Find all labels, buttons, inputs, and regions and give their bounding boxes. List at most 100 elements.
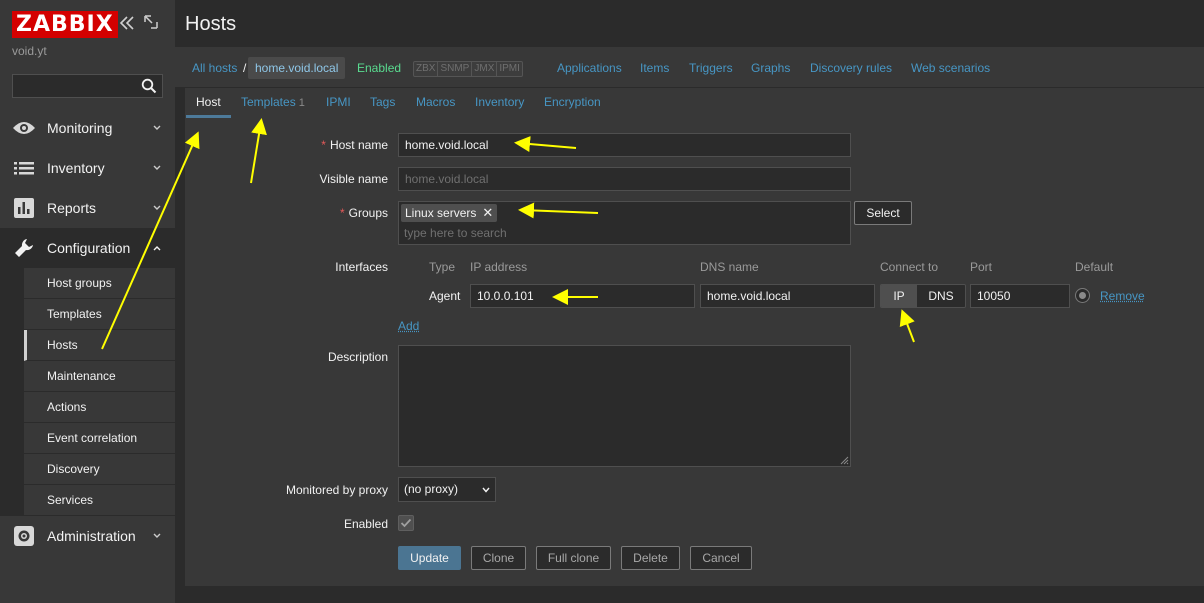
availability-jmx: JMX — [472, 62, 498, 76]
breadcrumb-current-host[interactable]: home.void.local — [248, 57, 346, 79]
submenu-discovery[interactable]: Discovery — [24, 454, 175, 485]
delete-button[interactable]: Delete — [621, 546, 680, 570]
connect-ip-option[interactable]: IP — [881, 285, 917, 307]
iface-port-input[interactable]: 10050 — [970, 284, 1070, 308]
proxy-select-value: (no proxy) — [404, 482, 459, 496]
visible-name-input[interactable]: home.void.local — [398, 167, 851, 191]
menu-monitoring[interactable]: Monitoring — [0, 108, 175, 148]
group-chip-label: Linux servers — [405, 206, 477, 220]
tab-templates[interactable]: Templates 1 — [241, 95, 305, 109]
menu-configuration[interactable]: Configuration — [0, 228, 175, 268]
resize-grip-icon[interactable] — [839, 455, 849, 465]
add-interface-link[interactable]: Add — [398, 319, 419, 333]
availability-zbx: ZBX — [414, 62, 439, 76]
iface-type-agent: Agent — [429, 289, 461, 303]
menu-reports[interactable]: Reports — [0, 188, 175, 228]
submenu-maintenance[interactable]: Maintenance — [24, 361, 175, 392]
templates-count: 1 — [298, 97, 305, 109]
menu-administration[interactable]: Administration — [0, 516, 175, 556]
iface-dns-input[interactable]: home.void.local — [700, 284, 875, 308]
connect-to-toggle: IP DNS — [880, 284, 966, 308]
checkmark-icon — [400, 518, 412, 528]
iface-col-ip: IP address — [470, 260, 528, 274]
tab-templates-label: Templates — [241, 95, 296, 109]
nav-discovery-rules[interactable]: Discovery rules — [810, 61, 892, 75]
menu-label: Monitoring — [47, 120, 113, 136]
menu-label: Administration — [47, 528, 136, 544]
configuration-submenu: Host groups Templates Hosts Maintenance … — [0, 268, 175, 516]
header — [175, 0, 1204, 47]
host-status-enabled[interactable]: Enabled — [357, 61, 401, 75]
active-tab-indicator — [186, 115, 231, 118]
chevron-down-icon — [153, 123, 163, 133]
iface-col-port: Port — [970, 260, 993, 274]
kiosk-mode-icon[interactable] — [143, 14, 159, 36]
enabled-label: Enabled — [343, 517, 388, 531]
chevron-down-icon — [482, 487, 490, 493]
menu-label: Reports — [47, 200, 97, 216]
iface-ip-input[interactable]: 10.0.0.101 — [470, 284, 695, 308]
server-name: void.yt — [12, 44, 47, 58]
chevron-down-icon — [153, 203, 163, 213]
groups-search-placeholder[interactable]: type here to search — [404, 226, 507, 240]
submenu-host-groups[interactable]: Host groups — [24, 268, 175, 299]
submenu-services[interactable]: Services — [24, 485, 175, 516]
groups-label-text: Groups — [348, 206, 388, 220]
submenu-templates[interactable]: Templates — [24, 299, 175, 330]
host-name-input[interactable]: home.void.local — [398, 133, 851, 157]
sidebar-search-input[interactable] — [12, 74, 163, 98]
submenu-hosts[interactable]: Hosts — [24, 330, 175, 361]
gear-icon — [12, 524, 36, 548]
tab-encryption[interactable]: Encryption — [544, 95, 601, 109]
nav-triggers[interactable]: Triggers — [689, 61, 733, 75]
clone-button[interactable]: Clone — [471, 546, 526, 570]
description-label: Description — [327, 350, 388, 364]
description-textarea[interactable] — [398, 345, 851, 467]
iface-col-dns: DNS name — [700, 260, 759, 274]
connect-dns-option[interactable]: DNS — [917, 285, 965, 307]
nav-applications[interactable]: Applications — [557, 61, 622, 75]
tab-tags[interactable]: Tags — [370, 95, 395, 109]
visible-name-label: Visible name — [319, 172, 388, 186]
group-chip-linux-servers: Linux servers ✕ — [401, 204, 498, 222]
all-hosts-link[interactable]: All hosts — [192, 61, 237, 75]
iface-col-type: Type — [429, 260, 456, 274]
availability-badges: ZBX SNMP JMX IPMI — [413, 61, 523, 77]
eye-icon — [12, 116, 36, 140]
submenu-event-correlation[interactable]: Event correlation — [24, 423, 175, 454]
nav-web-scenarios[interactable]: Web scenarios — [911, 61, 990, 75]
tab-ipmi[interactable]: IPMI — [326, 95, 351, 109]
default-interface-radio[interactable] — [1075, 288, 1090, 303]
remove-chip-icon[interactable]: ✕ — [482, 204, 493, 222]
chevron-up-icon — [153, 243, 163, 253]
page-title: Hosts — [185, 13, 237, 35]
menu-label: Configuration — [47, 240, 131, 256]
menu-label: Inventory — [47, 160, 105, 176]
collapse-sidebar-icon[interactable] — [118, 14, 136, 38]
tab-inventory[interactable]: Inventory — [475, 95, 524, 109]
nav-items[interactable]: Items — [640, 61, 669, 75]
proxy-label: Monitored by proxy — [285, 483, 388, 497]
proxy-select[interactable]: (no proxy) — [398, 477, 496, 502]
zabbix-logo[interactable]: ZABBIX — [12, 11, 118, 38]
nav-graphs[interactable]: Graphs — [751, 61, 790, 75]
search-icon[interactable] — [141, 78, 157, 94]
update-button[interactable]: Update — [398, 546, 461, 570]
enabled-checkbox[interactable] — [398, 515, 414, 531]
list-icon — [12, 156, 36, 180]
bar-chart-icon — [12, 196, 36, 220]
chevron-down-icon — [153, 531, 163, 541]
tab-host[interactable]: Host — [196, 95, 221, 109]
select-groups-button[interactable]: Select — [854, 201, 912, 225]
submenu-actions[interactable]: Actions — [24, 392, 175, 423]
chevron-down-icon — [153, 163, 163, 173]
cancel-button[interactable]: Cancel — [690, 546, 752, 570]
menu-inventory[interactable]: Inventory — [0, 148, 175, 188]
iface-col-connect: Connect to — [880, 260, 939, 274]
tab-macros[interactable]: Macros — [416, 95, 455, 109]
full-clone-button[interactable]: Full clone — [536, 546, 611, 570]
iface-col-default: Default — [1075, 260, 1114, 274]
availability-ipmi: IPMI — [499, 63, 520, 74]
host-name-label-text: Host name — [329, 138, 388, 152]
remove-interface-link[interactable]: Remove — [1100, 289, 1145, 303]
